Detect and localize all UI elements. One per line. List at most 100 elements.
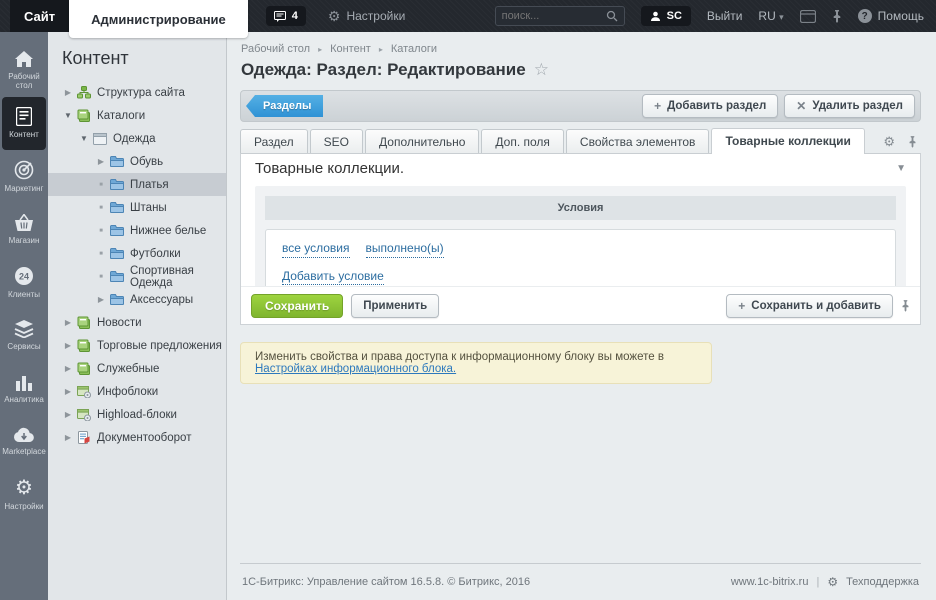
panel-toggle-icon[interactable] bbox=[800, 10, 816, 23]
tree-item-pants[interactable]: ■ Штаны bbox=[48, 196, 226, 219]
tree-item-label: Каталоги bbox=[97, 110, 145, 122]
conditions-table-header: Условия bbox=[265, 196, 896, 220]
bitrix-site-link[interactable]: www.1c-bitrix.ru bbox=[731, 576, 809, 588]
tree-item-service[interactable]: ▶ Служебные bbox=[48, 357, 226, 380]
rail-item-content[interactable]: Контент bbox=[2, 97, 46, 150]
section-title: Товарные коллекции. bbox=[255, 160, 404, 177]
tree-item-tshirts[interactable]: ■ Футболки bbox=[48, 242, 226, 265]
tree-item-news[interactable]: ▶ Новости bbox=[48, 311, 226, 334]
tree-item-dresses[interactable]: ■ Платья bbox=[48, 173, 226, 196]
tree-item-docflow[interactable]: ▶ Документооборот bbox=[48, 426, 226, 449]
leaf-bullet: ■ bbox=[95, 228, 107, 234]
tab-section[interactable]: Раздел bbox=[240, 129, 308, 154]
notifications-button[interactable]: 4 bbox=[266, 6, 306, 26]
collapse-icon[interactable]: ▼ bbox=[78, 134, 90, 143]
tab-site[interactable]: Сайт bbox=[10, 0, 69, 32]
tree-item-underwear[interactable]: ■ Нижнее белье bbox=[48, 219, 226, 242]
infoblock-settings-link[interactable]: Настройках информационного блока. bbox=[255, 363, 456, 375]
rail-item-services[interactable]: Сервисы bbox=[2, 309, 46, 362]
pin-icon[interactable] bbox=[901, 299, 910, 312]
search-input[interactable] bbox=[502, 10, 606, 22]
tree-item-shoes[interactable]: ▶ Обувь bbox=[48, 150, 226, 173]
add-condition-link[interactable]: Добавить условие bbox=[282, 269, 384, 286]
apply-button[interactable]: Применить bbox=[351, 294, 439, 318]
window-gear-icon bbox=[77, 409, 91, 421]
breadcrumb-desktop[interactable]: Рабочий стол bbox=[241, 43, 310, 55]
tab-admin[interactable]: Администрирование bbox=[69, 0, 248, 38]
save-and-add-label: Сохранить и добавить bbox=[751, 300, 881, 312]
pin-icon[interactable] bbox=[908, 135, 917, 148]
tree-item-clothes[interactable]: ▼ Одежда bbox=[48, 127, 226, 150]
tree-item-highload[interactable]: ▶ Highload-блоки bbox=[48, 403, 226, 426]
gear-icon: ⚙ bbox=[328, 9, 341, 23]
tree-item-accessories[interactable]: ▶ Аксессуары bbox=[48, 288, 226, 311]
add-section-label: Добавить раздел bbox=[667, 100, 766, 112]
tree-item-catalogs[interactable]: ▼ Каталоги bbox=[48, 104, 226, 127]
tab-extra-fields[interactable]: Доп. поля bbox=[481, 129, 564, 154]
tab-additional[interactable]: Дополнительно bbox=[365, 129, 479, 154]
language-label: RU bbox=[758, 9, 775, 23]
delete-section-button[interactable]: ✕Удалить раздел bbox=[784, 94, 915, 118]
expand-icon[interactable]: ▶ bbox=[95, 157, 107, 166]
rail-item-analytics[interactable]: Аналитика bbox=[2, 362, 46, 415]
pin-icon[interactable] bbox=[832, 9, 842, 23]
collapse-icon[interactable]: ▼ bbox=[62, 111, 74, 120]
expand-icon[interactable]: ▶ bbox=[62, 341, 74, 350]
add-section-button[interactable]: +Добавить раздел bbox=[642, 94, 778, 118]
tree-item-label: Торговые предложения bbox=[97, 340, 222, 352]
condition-all-link[interactable]: все условия bbox=[282, 241, 350, 258]
books-icon bbox=[77, 109, 91, 122]
tree-item-infoblocks[interactable]: ▶ Инфоблоки bbox=[48, 380, 226, 403]
leaf-bullet: ■ bbox=[95, 205, 107, 211]
expand-icon[interactable]: ▶ bbox=[62, 88, 74, 97]
support-link[interactable]: Техподдержка bbox=[846, 576, 919, 588]
books-icon bbox=[77, 362, 91, 375]
svg-text:24: 24 bbox=[19, 271, 29, 281]
help-button[interactable]: ? Помощь bbox=[858, 9, 924, 23]
user-icon bbox=[650, 11, 661, 22]
folder-icon bbox=[110, 179, 124, 190]
tab-seo[interactable]: SEO bbox=[310, 129, 363, 154]
expand-icon[interactable]: ▶ bbox=[62, 387, 74, 396]
tab-label: Раздел bbox=[254, 135, 294, 149]
save-button[interactable]: Сохранить bbox=[251, 294, 343, 318]
cloud-download-icon bbox=[13, 427, 35, 443]
tree-item-offers[interactable]: ▶ Торговые предложения bbox=[48, 334, 226, 357]
expand-icon[interactable]: ▶ bbox=[62, 364, 74, 373]
breadcrumb-content[interactable]: Контент bbox=[330, 43, 371, 55]
save-and-add-button[interactable]: +Сохранить и добавить bbox=[726, 294, 893, 318]
rail-item-desktop[interactable]: Рабочий стол bbox=[2, 44, 46, 97]
info-note-text: Изменить свойства и права доступа к инфо… bbox=[255, 351, 664, 363]
rail-item-clients[interactable]: 24 Клиенты bbox=[2, 256, 46, 309]
expand-icon[interactable]: ▶ bbox=[62, 410, 74, 419]
rail-item-settings[interactable]: ⚙ Настройки bbox=[2, 468, 46, 521]
condition-met-link[interactable]: выполнено(ы) bbox=[366, 241, 444, 258]
folder-icon bbox=[110, 202, 124, 213]
expand-icon[interactable]: ▶ bbox=[95, 295, 107, 304]
rail-item-marketing[interactable]: Маркетинг bbox=[2, 150, 46, 203]
folder-icon bbox=[110, 271, 124, 282]
copyright-text: 1С-Битрикс: Управление сайтом 16.5.8. © … bbox=[242, 576, 530, 588]
collapse-section-icon[interactable]: ▼ bbox=[896, 154, 906, 184]
search-box[interactable] bbox=[495, 6, 625, 26]
rail-label: Marketplace bbox=[2, 447, 46, 456]
tree-item-sportswear[interactable]: ■ Спортивная Одежда bbox=[48, 265, 226, 288]
form-settings-gear-icon[interactable]: ⚙ bbox=[883, 135, 895, 148]
help-label: Помощь bbox=[878, 9, 924, 23]
language-selector[interactable]: RU ▾ bbox=[758, 9, 783, 23]
tree-item-site-structure[interactable]: ▶ Структура сайта bbox=[48, 81, 226, 104]
expand-icon[interactable]: ▶ bbox=[62, 318, 74, 327]
main-area: Рабочий стол ▸ Контент ▸ Каталоги Одежда… bbox=[227, 32, 936, 600]
rail-item-marketplace[interactable]: Marketplace bbox=[2, 415, 46, 468]
topbar-settings-label: Настройки bbox=[346, 9, 405, 23]
breadcrumb-catalogs[interactable]: Каталоги bbox=[391, 43, 437, 55]
user-button[interactable]: SC bbox=[641, 6, 691, 26]
sections-back-button[interactable]: Разделы bbox=[246, 95, 323, 117]
tab-product-collections[interactable]: Товарные коллекции bbox=[711, 128, 864, 154]
rail-item-shop[interactable]: Магазин bbox=[2, 203, 46, 256]
favorite-star-icon[interactable]: ☆ bbox=[534, 60, 549, 80]
tab-element-properties[interactable]: Свойства элементов bbox=[566, 129, 710, 154]
topbar-settings-button[interactable]: ⚙ Настройки bbox=[328, 9, 405, 23]
logout-link[interactable]: Выйти bbox=[707, 9, 743, 23]
expand-icon[interactable]: ▶ bbox=[62, 433, 74, 442]
